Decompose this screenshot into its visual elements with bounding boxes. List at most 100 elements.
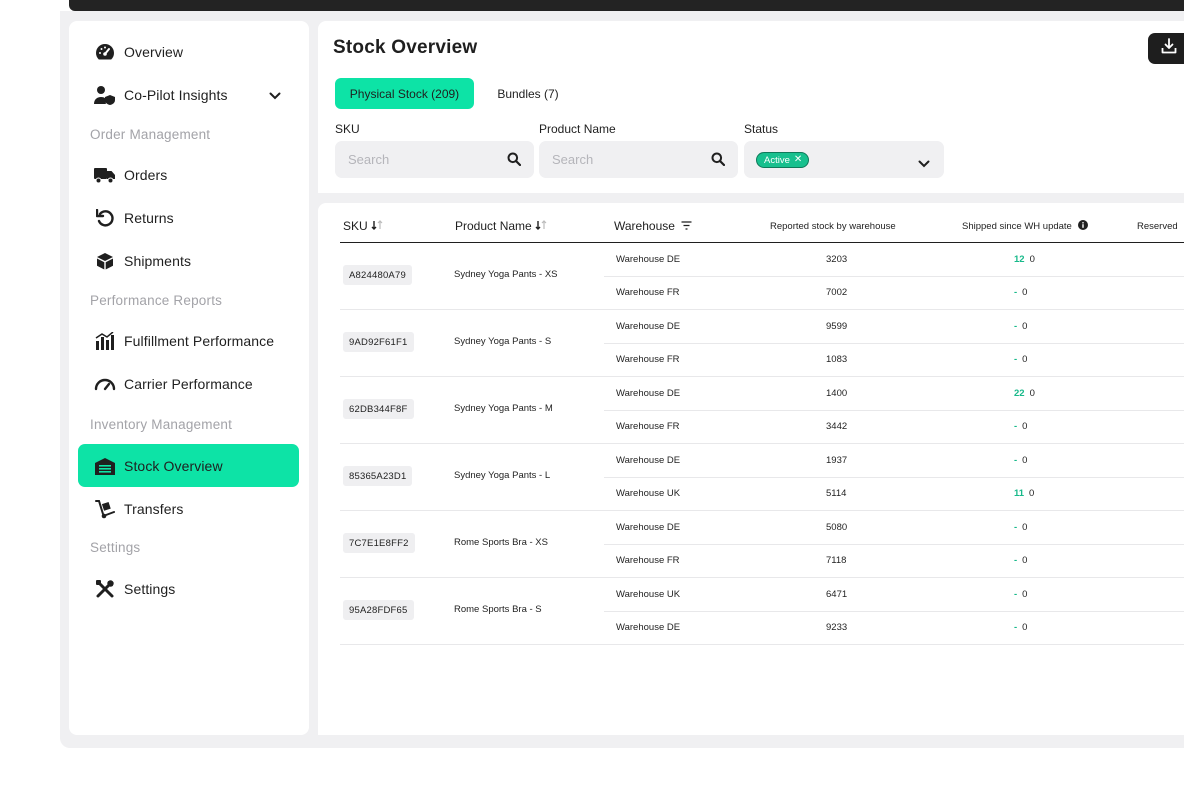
- sku-badge[interactable]: 95A28FDF65: [343, 600, 414, 620]
- info-icon[interactable]: [1077, 219, 1088, 233]
- warehouse-cell: Warehouse DE: [616, 522, 681, 533]
- product-name-cell: Sydney Yoga Pants - L: [454, 470, 551, 481]
- status-chip: Active ✕: [756, 152, 810, 168]
- row-divider: [604, 276, 1184, 277]
- sku-badge[interactable]: 9AD92F61F1: [343, 332, 414, 352]
- shipped-count: 11: [1014, 488, 1025, 499]
- search-icon[interactable]: [507, 152, 522, 171]
- warehouse-cell: Warehouse DE: [616, 455, 681, 466]
- group-divider: [340, 577, 1184, 578]
- sidebar-item-fulfillment-performance[interactable]: Fulfillment Performance: [78, 319, 299, 362]
- sidebar-item-carrier-performance[interactable]: Carrier Performance: [78, 362, 299, 405]
- sort-icon[interactable]: [371, 219, 383, 233]
- sku-filter-label: SKU: [335, 122, 360, 136]
- shipped-count: -: [1014, 287, 1018, 298]
- sidebar-item-overview[interactable]: Overview: [78, 30, 299, 73]
- product-name-filter-label: Product Name: [539, 122, 616, 136]
- reported-stock-cell: 6471: [826, 589, 848, 600]
- row-divider: [604, 611, 1184, 612]
- warehouse-cell: Warehouse FR: [616, 421, 680, 432]
- download-button[interactable]: [1148, 33, 1184, 64]
- sidebar-item-label: Overview: [124, 43, 184, 60]
- shipped-count: -: [1014, 522, 1018, 533]
- warehouse-cell: Warehouse DE: [616, 622, 681, 633]
- reported-stock-cell: 9233: [826, 622, 848, 633]
- warehouse-cell: Warehouse DE: [616, 254, 681, 265]
- tab-bundles[interactable]: Bundles (7): [484, 78, 572, 109]
- shipped-cell: 11 0: [1014, 488, 1034, 499]
- shipped-count: -: [1014, 622, 1018, 633]
- stock-table: SKU Product Name Warehouse Reported stoc…: [318, 203, 1184, 735]
- section-label-performance-reports: Performance Reports: [90, 293, 223, 308]
- column-header-label: Reported stock by warehouse: [770, 220, 896, 232]
- filter-panel: Stock Overview Physical Stock (209) Bund…: [318, 21, 1184, 193]
- filter-icon[interactable]: [681, 219, 692, 233]
- shipped-value: 0: [1022, 555, 1028, 566]
- reported-stock-cell: 3203: [826, 254, 848, 265]
- sidebar: Overview Co-Pilot Insights Order Managem…: [69, 21, 309, 735]
- warehouse-cell: Warehouse FR: [616, 287, 680, 298]
- download-icon: [1161, 38, 1177, 59]
- reported-stock-cell: 1083: [826, 354, 848, 365]
- warehouse-cell: Warehouse FR: [616, 555, 680, 566]
- group-divider: [340, 443, 1184, 444]
- page-title: Stock Overview: [333, 37, 478, 58]
- sidebar-item-label: Co-Pilot Insights: [124, 86, 228, 103]
- shipped-cell: -0: [1014, 522, 1027, 533]
- row-divider: [604, 544, 1184, 545]
- sidebar-item-settings[interactable]: Settings: [78, 567, 299, 610]
- sidebar-item-label: Shipments: [124, 252, 192, 269]
- chevron-down-icon[interactable]: [269, 87, 281, 105]
- sku-badge[interactable]: A824480A79: [343, 265, 412, 285]
- shipped-value: 0: [1029, 388, 1035, 399]
- search-icon[interactable]: [711, 152, 726, 171]
- sidebar-item-orders[interactable]: Orders: [78, 153, 299, 196]
- shipped-value: 0: [1029, 488, 1035, 499]
- user-shield-icon: [94, 84, 116, 106]
- status-select[interactable]: Active ✕: [744, 141, 944, 178]
- chevron-down-icon[interactable]: [918, 155, 930, 173]
- sidebar-item-label: Fulfillment Performance: [124, 332, 275, 349]
- shipped-count: -: [1014, 455, 1018, 466]
- sidebar-item-shipments[interactable]: Shipments: [78, 239, 299, 282]
- sku-search-input[interactable]: [348, 152, 498, 167]
- status-filter-label: Status: [744, 122, 779, 136]
- return-arrow-icon: [94, 207, 116, 229]
- column-header-warehouse[interactable]: Warehouse: [614, 218, 692, 234]
- column-header-label: Reserved: [1137, 220, 1178, 232]
- reported-stock-cell: 5080: [826, 522, 848, 533]
- column-header-label: SKU: [343, 219, 368, 233]
- sku-badge[interactable]: 85365A23D1: [343, 466, 413, 486]
- column-header-product-name[interactable]: Product Name: [455, 218, 547, 234]
- reported-stock-cell: 9599: [826, 321, 848, 332]
- shipped-count: -: [1014, 354, 1018, 365]
- sidebar-item-stock-overview[interactable]: Stock Overview: [78, 444, 299, 487]
- shipped-count: -: [1014, 421, 1018, 432]
- sku-badge[interactable]: 62DB344F8F: [343, 399, 414, 419]
- sidebar-item-returns[interactable]: Returns: [78, 196, 299, 239]
- tab-physical-stock[interactable]: Physical Stock (209): [335, 78, 474, 109]
- shipped-cell: 12 0: [1014, 254, 1035, 265]
- product-name-search-input[interactable]: [552, 152, 702, 167]
- sku-badge[interactable]: 7C7E1E8FF2: [343, 533, 415, 553]
- product-name-cell: Sydney Yoga Pants - M: [454, 403, 553, 414]
- product-name-search-field: [539, 141, 738, 178]
- column-header-reserved: Reserved: [1137, 218, 1178, 234]
- sidebar-item-transfers[interactable]: Transfers: [78, 487, 299, 530]
- shipped-value: 0: [1022, 421, 1028, 432]
- reported-stock-cell: 7118: [826, 555, 847, 566]
- remove-chip-icon[interactable]: ✕: [794, 155, 802, 165]
- section-label-inventory-management: Inventory Management: [90, 417, 233, 432]
- warehouse-cell: Warehouse DE: [616, 321, 681, 332]
- reported-stock-cell: 1937: [826, 455, 848, 466]
- shipped-value: 0: [1022, 321, 1028, 332]
- row-divider: [604, 477, 1184, 478]
- column-header-sku[interactable]: SKU: [343, 218, 383, 234]
- sort-icon[interactable]: [535, 219, 547, 233]
- sidebar-item-copilot-insights[interactable]: Co-Pilot Insights: [78, 73, 299, 116]
- shipped-count: -: [1014, 321, 1018, 332]
- box-icon: [94, 250, 116, 272]
- shipped-value: 0: [1022, 287, 1028, 298]
- warehouse-cell: Warehouse UK: [616, 488, 681, 499]
- shipped-cell: -0: [1014, 287, 1027, 298]
